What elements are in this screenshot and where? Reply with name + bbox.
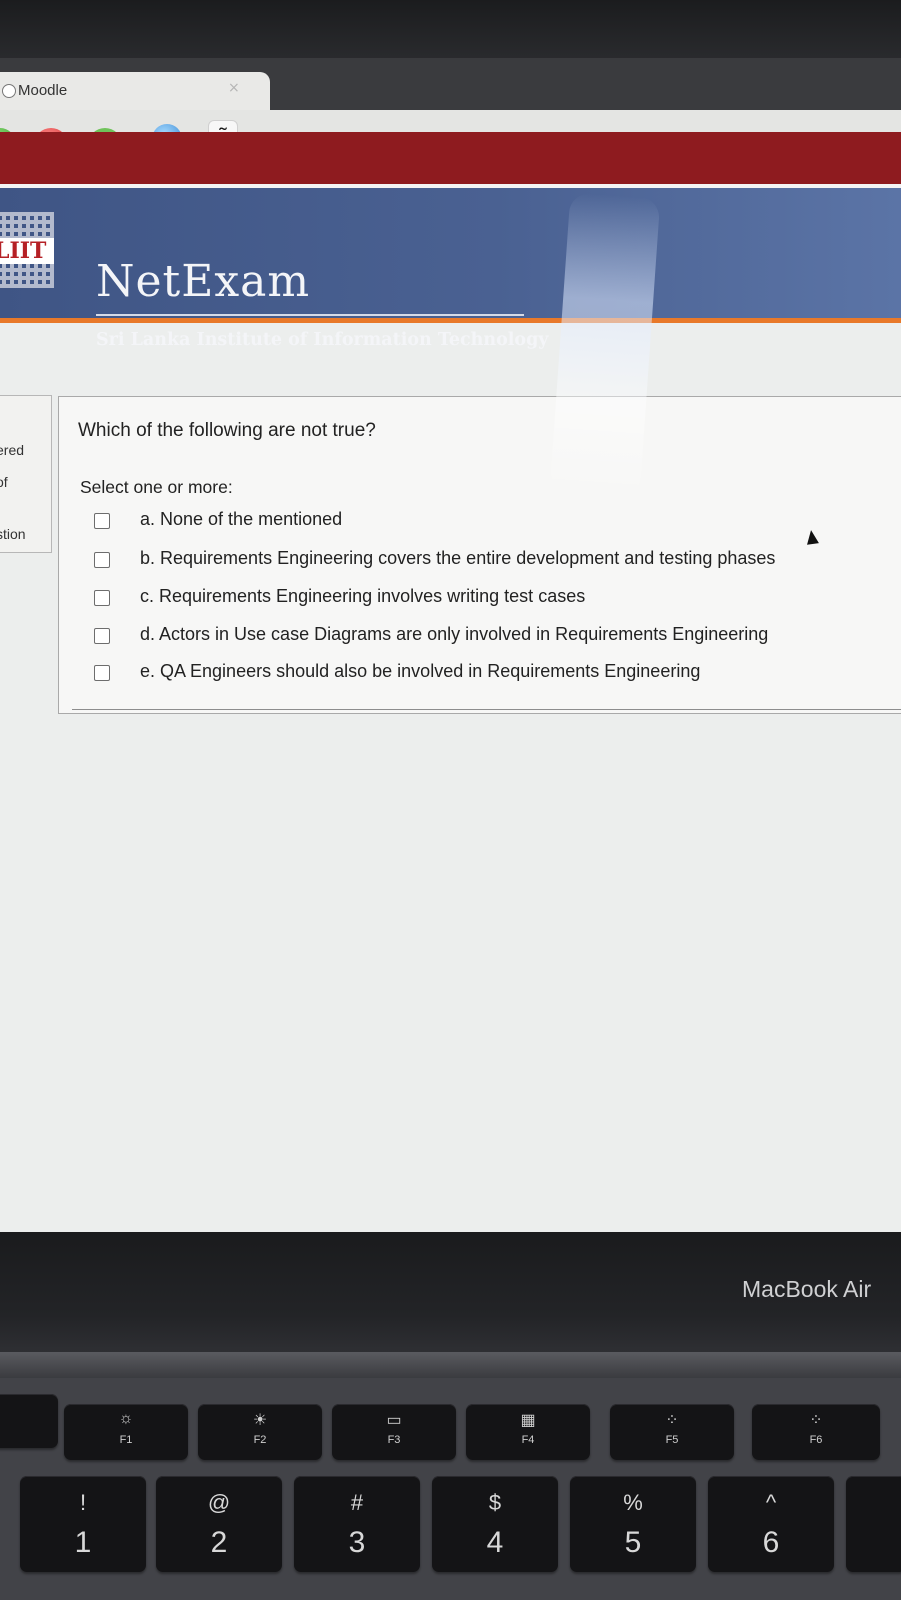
info-line: of [0, 474, 8, 490]
checkbox[interactable] [94, 628, 110, 644]
site-subtitle: Sri Lanka Institute of Information Techn… [96, 330, 549, 350]
tab-close-icon[interactable]: × [228, 80, 240, 96]
brightness-down-icon: ☼ [118, 1410, 134, 1427]
info-line: stion [0, 526, 26, 542]
keyboard-light-down-icon: ⁘ [665, 1412, 679, 1429]
title-underline [96, 314, 524, 316]
answer-instruction: Select one or more: [80, 477, 233, 497]
tab-strip: Moodle × [0, 58, 901, 112]
answer-option-c[interactable]: c. Requirements Engineering involves wri… [92, 586, 852, 614]
globe-icon [2, 84, 16, 98]
key-f5[interactable]: ⁘ F5 [610, 1404, 734, 1460]
key-f1[interactable]: ☼ F1 [64, 1404, 188, 1460]
key-3[interactable]: # 3 [294, 1476, 420, 1572]
question-info-panel: ered of stion [0, 395, 52, 553]
red-banner [0, 132, 901, 184]
answer-option-e[interactable]: e. QA Engineers should also be involved … [92, 661, 852, 689]
mission-control-icon: ▭ [386, 1412, 402, 1429]
answer-option-b[interactable]: b. Requirements Engineering covers the e… [92, 548, 852, 576]
key-6[interactable]: ^ 6 [708, 1476, 834, 1572]
mouse-cursor-icon [805, 529, 819, 545]
header-accent-rule [0, 318, 901, 323]
checkbox[interactable] [94, 552, 110, 568]
info-line: ered [0, 442, 25, 458]
key-5[interactable]: % 5 [570, 1476, 696, 1572]
option-label: e. QA Engineers should also be involved … [140, 661, 701, 681]
key-1[interactable]: ! 1 [20, 1476, 146, 1572]
option-label: a. None of the mentioned [140, 509, 343, 529]
key-f6[interactable]: ⁘ F6 [752, 1404, 880, 1460]
browser-tab[interactable]: Moodle × [0, 72, 270, 112]
key-4[interactable]: $ 4 [432, 1476, 558, 1572]
option-label: c. Requirements Engineering involves wri… [140, 586, 586, 606]
key-f2[interactable]: ☀ F2 [198, 1404, 322, 1460]
tab-title: Moodle [18, 82, 68, 99]
key-f4[interactable]: ▦ F4 [466, 1404, 590, 1460]
laptop-hinge [0, 1352, 901, 1378]
key-escape[interactable] [0, 1394, 58, 1448]
checkbox[interactable] [94, 513, 110, 529]
answer-option-a[interactable]: a. None of the mentioned [92, 509, 852, 537]
keyboard-light-up-icon: ⁘ [809, 1412, 823, 1429]
laptop-bezel-top [0, 0, 901, 64]
answer-option-d[interactable]: d. Actors in Use case Diagrams are only … [92, 624, 852, 652]
sliit-logo: LIIT [0, 212, 56, 288]
checkbox[interactable] [94, 590, 110, 606]
site-title: NetExam [96, 256, 311, 307]
question-text: Which of the following are not true? [78, 420, 376, 441]
option-label: d. Actors in Use case Diagrams are only … [140, 624, 769, 644]
key-7-partial[interactable] [846, 1476, 901, 1572]
key-2[interactable]: @ 2 [156, 1476, 282, 1572]
key-f3[interactable]: ▭ F3 [332, 1404, 456, 1460]
device-label: MacBook Air [742, 1276, 872, 1302]
option-label: b. Requirements Engineering covers the e… [140, 548, 776, 568]
checkbox[interactable] [94, 665, 110, 681]
launchpad-icon: ▦ [520, 1412, 536, 1429]
brightness-up-icon: ☀ [252, 1412, 268, 1429]
